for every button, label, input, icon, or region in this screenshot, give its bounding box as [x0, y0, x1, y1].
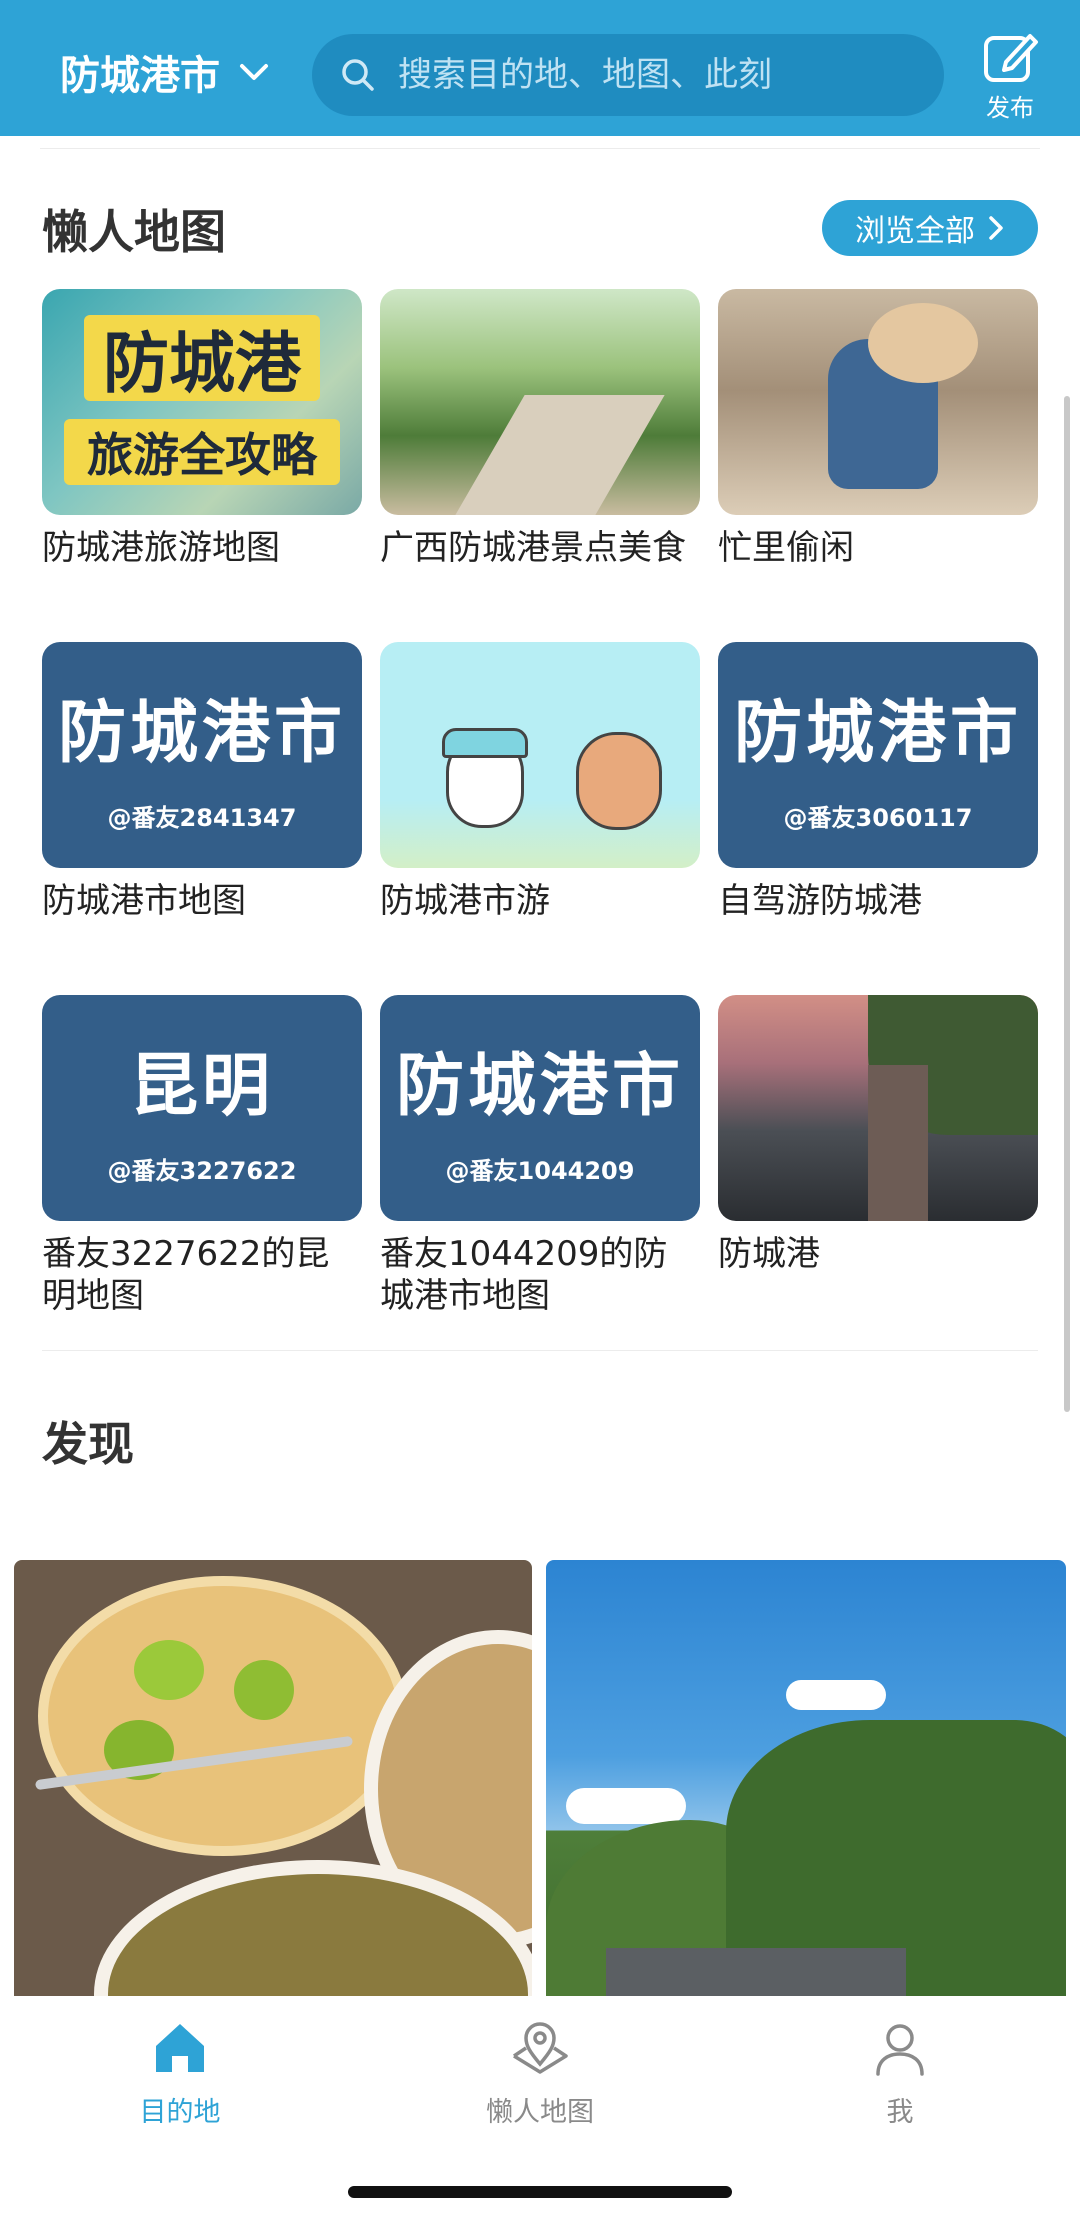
map-card[interactable]: 防城港 [718, 995, 1038, 1275]
map-card[interactable]: 忙里偷闲 [718, 289, 1038, 569]
edit-icon [984, 34, 1038, 82]
tab-label: 目的地 [139, 2097, 221, 2128]
map-title: 防城港旅游地图 [42, 528, 280, 568]
tab-label: 我 [886, 2097, 914, 2128]
map-thumbnail: 防城港市 @番友3060117 [718, 642, 1038, 868]
section-title-lazy-maps: 懒人地图 [42, 205, 226, 259]
thumb-author: @番友3060117 [783, 804, 973, 832]
thumb-text: 昆明 [129, 1047, 274, 1126]
search-bar[interactable] [312, 34, 944, 116]
browse-all-label: 浏览全部 [855, 214, 975, 249]
city-selector[interactable]: 防城港市 [60, 42, 274, 102]
top-bar: 防城港市 发布 [0, 0, 1080, 136]
scrollbar[interactable] [1064, 396, 1070, 1412]
home-icon [156, 2024, 204, 2072]
tab-destination[interactable]: 目的地 [80, 2016, 280, 2129]
discover-post-image[interactable] [546, 1560, 1066, 1996]
map-title: 番友3227622的昆明地图 [42, 1234, 330, 1316]
map-title: 防城港市地图 [42, 881, 246, 921]
map-thumbnail [718, 289, 1038, 515]
map-title: 防城港市游 [380, 881, 550, 921]
search-icon [342, 59, 374, 91]
section-title-discover: 发现 [42, 1417, 134, 1471]
chevron-down-icon [240, 64, 268, 80]
city-name: 防城港市 [60, 53, 220, 99]
tab-me[interactable]: 我 [800, 2016, 1000, 2129]
map-title: 广西防城港景点美食 [380, 528, 686, 568]
divider [40, 148, 1040, 149]
map-card[interactable]: 防城港市游 [380, 642, 700, 922]
home-indicator[interactable] [348, 2186, 732, 2198]
map-card[interactable]: 防城港市 @番友2841347 防城港市地图 [42, 642, 362, 922]
map-thumbnail: 防城港市 @番友1044209 [380, 995, 700, 1221]
discover-post-image[interactable] [14, 1560, 532, 1996]
map-pin-icon [513, 2022, 568, 2074]
search-input[interactable] [396, 54, 920, 96]
divider [42, 1350, 1038, 1351]
thumb-author: @番友3227622 [107, 1157, 297, 1185]
browse-all-button[interactable]: 浏览全部 [822, 200, 1038, 256]
map-card[interactable]: 防城港 旅游全攻略 防城港旅游地图 [42, 289, 362, 569]
publish-button[interactable]: 发布 [972, 28, 1048, 128]
map-title: 番友1044209的防城港市地图 [380, 1234, 668, 1316]
map-title: 忙里偷闲 [718, 528, 854, 568]
thumb-author: @番友2841347 [107, 804, 297, 832]
chevron-right-icon [989, 216, 1003, 240]
thumb-text: 旅游全攻略 [64, 419, 340, 485]
tab-label: 懒人地图 [486, 2097, 594, 2128]
thumb-text: 防城港市 [733, 694, 1022, 773]
thumb-text: 防城港 [84, 315, 320, 402]
map-card[interactable]: 防城港市 @番友1044209 番友1044209的防城港市地图 [380, 995, 700, 1317]
map-card[interactable]: 广西防城港景点美食 [380, 289, 700, 569]
tab-lazy-maps[interactable]: 懒人地图 [440, 2016, 640, 2129]
map-thumbnail [380, 289, 700, 515]
map-thumbnail [718, 995, 1038, 1221]
thumb-author: @番友1044209 [445, 1157, 635, 1185]
map-thumbnail: 防城港 旅游全攻略 [42, 289, 362, 515]
map-thumbnail: 防城港市 @番友2841347 [42, 642, 362, 868]
thumb-text: 防城港市 [395, 1047, 684, 1126]
map-card[interactable]: 防城港市 @番友3060117 自驾游防城港 [718, 642, 1038, 922]
map-title: 防城港 [718, 1234, 820, 1274]
map-thumbnail: 昆明 @番友3227622 [42, 995, 362, 1221]
publish-label: 发布 [986, 94, 1034, 122]
thumb-text: 防城港市 [57, 694, 346, 773]
user-icon [876, 2024, 924, 2076]
map-thumbnail [380, 642, 700, 868]
map-title: 自驾游防城港 [718, 881, 922, 921]
map-card[interactable]: 昆明 @番友3227622 番友3227622的昆明地图 [42, 995, 362, 1317]
